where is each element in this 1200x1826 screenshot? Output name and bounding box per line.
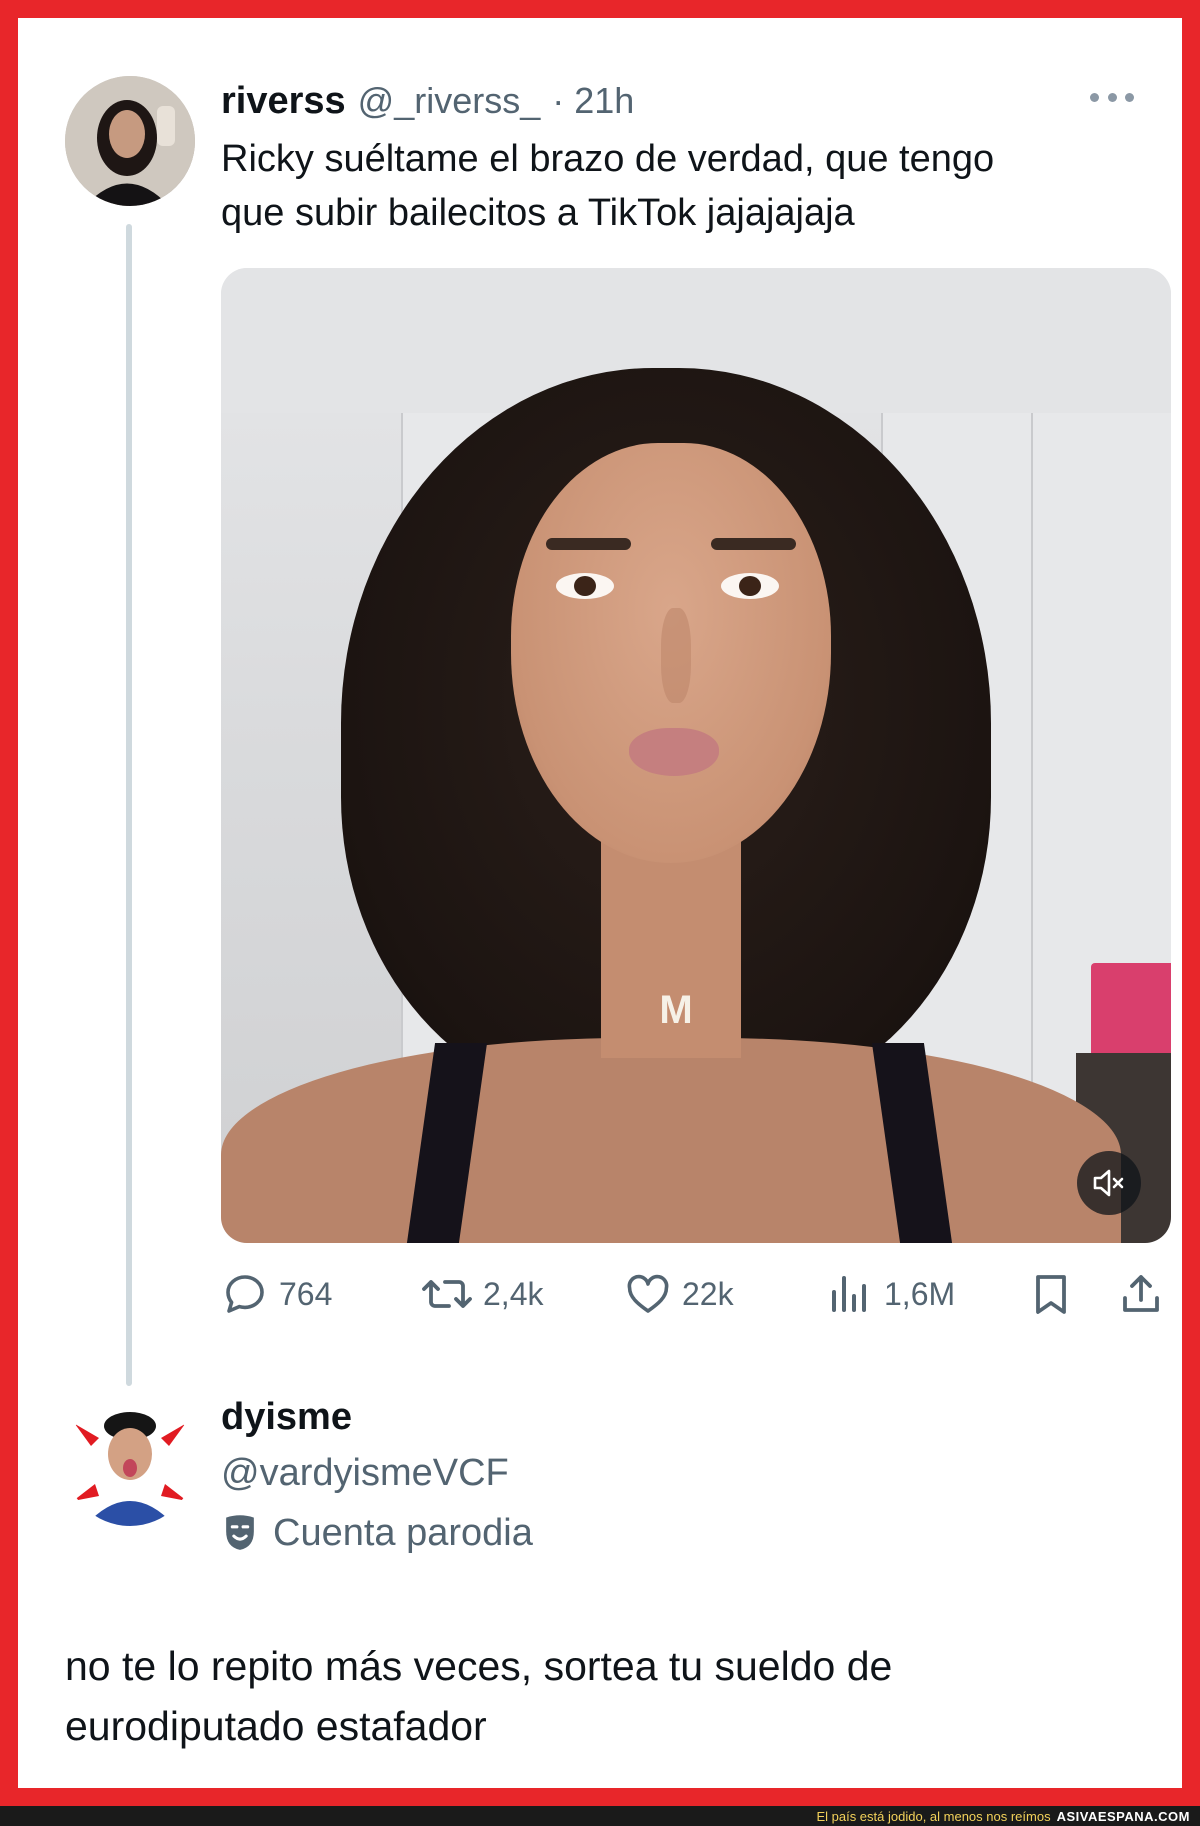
reply-text-line: no te lo repito más veces, sortea tu sue… (65, 1643, 893, 1689)
tweet-video[interactable]: M (221, 268, 1171, 1243)
video-lips (629, 728, 719, 776)
reply-text: no te lo repito más veces, sortea tu sue… (65, 1636, 1165, 1756)
avatar-photo (65, 1396, 195, 1526)
author-name[interactable]: riverss (221, 80, 346, 123)
share-button[interactable] (1117, 1266, 1165, 1322)
bookmark-icon (1036, 1275, 1066, 1314)
reply-author-name[interactable]: dyisme (221, 1393, 533, 1441)
tweet-text-line: Ricky suéltame el brazo de verdad, que t… (221, 138, 995, 180)
views-count: 1,6M (884, 1275, 956, 1312)
tweet-time[interactable]: · 21h (552, 80, 634, 122)
views-button[interactable]: 1,6M (826, 1266, 955, 1322)
tweet-actions: 764 2,4k 22k 1,6M (221, 1266, 1171, 1322)
video-subject-shoulders (221, 1038, 1121, 1243)
watermark-site[interactable]: ASIVAESPANA.COM (1057, 1809, 1190, 1824)
watermark-caption: El país está jodido, al menos nos reímos (816, 1808, 1051, 1824)
tweet-header: riverss @_riverss_ · 21h (221, 76, 634, 126)
reply-button[interactable]: 764 (221, 1266, 332, 1322)
like-count: 22k (682, 1275, 734, 1312)
reply-header: dyisme @vardyismeVCF Cuenta parodia (221, 1393, 533, 1559)
parody-label: Cuenta parodia (273, 1512, 533, 1554)
reply-text-line: eurodiputado estafador (65, 1703, 487, 1749)
video-eye (556, 573, 614, 599)
video-eye (721, 573, 779, 599)
video-brow (546, 538, 631, 550)
reply-icon (226, 1275, 264, 1313)
more-icon[interactable] (1090, 82, 1134, 112)
reply-author-handle[interactable]: @vardyismeVCF (221, 1445, 533, 1501)
tweet-text-line: que subir bailecitos a TikTok jajajajaja (221, 192, 855, 234)
retweet-button[interactable]: 2,4k (421, 1266, 543, 1322)
retweet-count: 2,4k (483, 1275, 544, 1312)
parody-mask-icon (226, 1515, 254, 1550)
video-brow (711, 538, 796, 550)
bookmark-button[interactable] (1027, 1266, 1075, 1322)
views-icon (832, 1276, 866, 1312)
avatar-photo (65, 76, 195, 206)
author-handle[interactable]: @_riverss_ (358, 80, 541, 122)
mute-icon (1093, 1169, 1124, 1197)
video-nose (661, 608, 691, 703)
tweet-text: Ricky suéltame el brazo de verdad, que t… (221, 132, 1151, 240)
share-icon (1123, 1275, 1159, 1312)
like-button[interactable]: 22k (624, 1266, 734, 1322)
author-avatar[interactable] (65, 76, 195, 206)
screenshot-frame: riverss @_riverss_ · 21h Ricky suéltame … (0, 0, 1200, 1806)
reply-count: 764 (279, 1275, 333, 1312)
retweet-icon (422, 1280, 472, 1308)
video-necklace: M (659, 988, 693, 1032)
mute-button[interactable] (1077, 1151, 1141, 1215)
watermark-bar: El país está jodido, al menos nos reímos… (0, 1806, 1200, 1826)
thread-line (126, 224, 132, 1386)
parody-label-row: Cuenta parodia (221, 1507, 533, 1559)
like-icon (627, 1274, 669, 1313)
reply-author-avatar[interactable] (65, 1396, 195, 1526)
